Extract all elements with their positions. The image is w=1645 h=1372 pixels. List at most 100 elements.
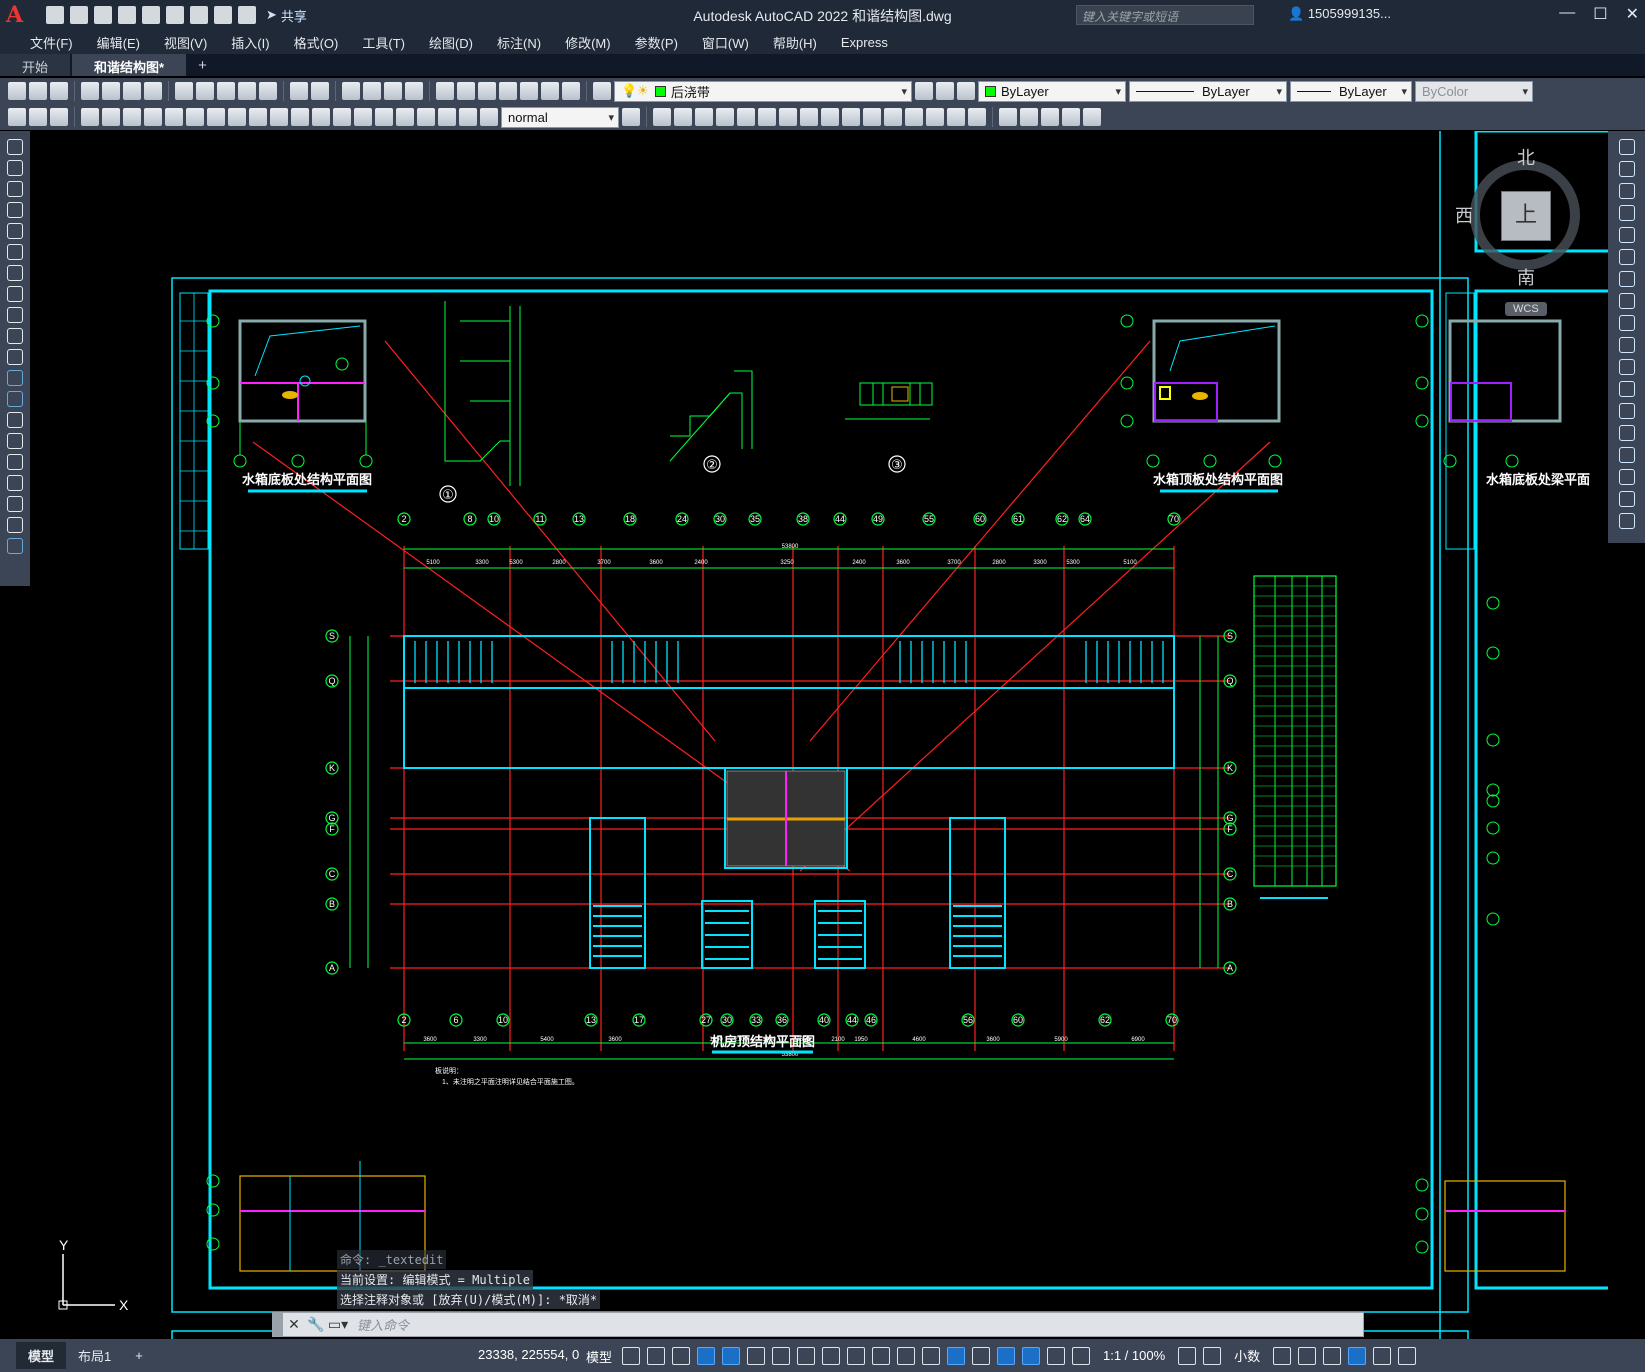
menu-view[interactable]: 视图(V) — [152, 33, 219, 52]
chamfer-icon[interactable] — [1618, 447, 1635, 463]
undo-icon[interactable] — [290, 82, 308, 100]
table-icon[interactable] — [7, 496, 23, 512]
menu-modify[interactable]: 修改(M) — [553, 33, 623, 52]
center-mark-icon[interactable] — [375, 108, 393, 126]
inspection-icon[interactable] — [396, 108, 414, 126]
menu-dimension[interactable]: 标注(N) — [485, 33, 553, 52]
infer-constraints-icon[interactable] — [672, 1346, 690, 1365]
zoom-window-icon[interactable] — [384, 82, 402, 100]
insert-block-icon[interactable] — [7, 370, 23, 386]
ellipse-arc-icon[interactable] — [7, 349, 23, 365]
customization-icon[interactable] — [1398, 1346, 1417, 1365]
undo-icon[interactable] — [214, 6, 232, 24]
move-icon[interactable] — [758, 108, 776, 126]
angular-dimension-icon[interactable] — [228, 108, 246, 126]
open-icon[interactable] — [29, 82, 47, 100]
transparency-icon[interactable] — [872, 1346, 890, 1365]
menu-help[interactable]: 帮助(H) — [761, 33, 829, 52]
dimension-update-icon[interactable] — [480, 108, 498, 126]
revision-cloud-icon[interactable] — [7, 286, 23, 302]
array-icon[interactable] — [737, 108, 755, 126]
menu-tools[interactable]: 工具(T) — [350, 33, 417, 52]
maximize-icon[interactable]: ☐ — [1593, 4, 1607, 24]
rectangle-icon[interactable] — [7, 223, 23, 239]
minimize-icon[interactable]: — — [1559, 4, 1575, 24]
dynamic-ucs-icon[interactable] — [947, 1346, 965, 1365]
dimension-style-icon[interactable] — [622, 108, 640, 126]
command-line-grip[interactable] — [273, 1313, 283, 1336]
share-button[interactable]: ➤ 共享 — [266, 6, 307, 25]
menu-insert[interactable]: 插入(I) — [219, 33, 281, 52]
copy-object-icon[interactable] — [674, 108, 692, 126]
sheet-set-icon[interactable] — [499, 82, 517, 100]
radius-dimension-icon[interactable] — [165, 108, 183, 126]
hardware-acceleration-icon[interactable] — [1348, 1346, 1367, 1365]
fillet-icon[interactable] — [947, 108, 965, 126]
make-block-icon[interactable] — [7, 391, 23, 407]
continue-dimension-icon[interactable] — [291, 108, 309, 126]
stretch-icon[interactable] — [821, 108, 839, 126]
aligned-dimension-icon[interactable] — [102, 108, 120, 126]
quick-properties-icon[interactable] — [1273, 1346, 1292, 1365]
ortho-icon[interactable] — [722, 1346, 740, 1365]
region-icon[interactable] — [7, 475, 23, 491]
tab-layout1[interactable]: 布局1 — [66, 1342, 123, 1369]
explode-icon[interactable] — [1618, 513, 1635, 529]
layer-dropdown[interactable]: 💡☀ 后浇带 — [614, 80, 912, 102]
close-icon[interactable]: ✕ — [283, 1316, 305, 1333]
compass-west[interactable]: 西 — [1455, 202, 1473, 228]
workspace-gear-icon[interactable] — [1178, 1346, 1197, 1365]
erase-icon[interactable] — [653, 108, 671, 126]
polar-icon[interactable] — [747, 1346, 765, 1365]
annotation-visibility-icon[interactable] — [1022, 1346, 1040, 1365]
design-center-icon[interactable] — [457, 82, 475, 100]
layer-state-icon[interactable] — [957, 82, 975, 100]
compass-north[interactable]: 北 — [1517, 144, 1535, 170]
dimension-space-icon[interactable] — [312, 108, 330, 126]
erase-icon[interactable] — [1618, 139, 1635, 155]
point-icon[interactable] — [7, 412, 23, 428]
explode-icon[interactable] — [968, 108, 986, 126]
send-back-icon[interactable] — [1041, 108, 1059, 126]
linear-dimension-icon[interactable] — [81, 108, 99, 126]
lineweight-icon[interactable] — [847, 1346, 865, 1365]
new-icon[interactable] — [8, 82, 26, 100]
offset-icon[interactable] — [1618, 205, 1635, 221]
add-layout-icon[interactable]: + — [123, 1344, 155, 1367]
redo-icon[interactable] — [311, 82, 329, 100]
command-input[interactable]: 键入命令 — [349, 1315, 409, 1334]
new-tab-icon[interactable]: + — [188, 55, 217, 76]
scale-icon[interactable] — [1618, 293, 1635, 309]
isometric-icon[interactable] — [772, 1346, 790, 1365]
blend-curves-icon[interactable] — [1618, 491, 1635, 507]
zoom-previous-icon[interactable] — [405, 82, 423, 100]
plot-icon[interactable] — [81, 82, 99, 100]
help-icon[interactable] — [562, 82, 580, 100]
stretch-icon[interactable] — [1618, 315, 1635, 331]
rotate-icon[interactable] — [779, 108, 797, 126]
open-file-icon[interactable] — [70, 6, 88, 24]
annotation-scale-icon[interactable] — [1072, 1346, 1090, 1365]
3d-osnap-icon[interactable] — [922, 1346, 940, 1365]
dynamic-input-icon[interactable] — [697, 1346, 715, 1365]
selection-filter-icon[interactable] — [972, 1346, 990, 1365]
join-icon[interactable] — [1618, 425, 1635, 441]
circle-icon[interactable] — [7, 265, 23, 281]
layer-tool-icon[interactable] — [8, 108, 26, 126]
spline-icon[interactable] — [7, 307, 23, 323]
units-display[interactable]: 小数 — [1234, 1346, 1260, 1365]
wcs-menu[interactable]: WCS — [1505, 302, 1547, 316]
arc-length-icon[interactable] — [123, 108, 141, 126]
object-snap-tracking-icon[interactable] — [797, 1346, 815, 1365]
block-editor-icon[interactable] — [259, 82, 277, 100]
menu-file[interactable]: 文件(F) — [18, 33, 85, 52]
send-under-icon[interactable] — [1083, 108, 1101, 126]
make-current-layer-icon[interactable] — [915, 82, 933, 100]
annotation-scale[interactable]: 1:1 / 100% — [1103, 1348, 1165, 1363]
multiline-text-icon[interactable] — [7, 517, 23, 533]
plot-icon[interactable] — [190, 6, 208, 24]
pan-icon[interactable] — [342, 82, 360, 100]
grid-icon[interactable] — [622, 1346, 640, 1365]
viewcube[interactable]: 上 北 南 西 — [1455, 148, 1590, 288]
menu-format[interactable]: 格式(O) — [282, 33, 351, 52]
